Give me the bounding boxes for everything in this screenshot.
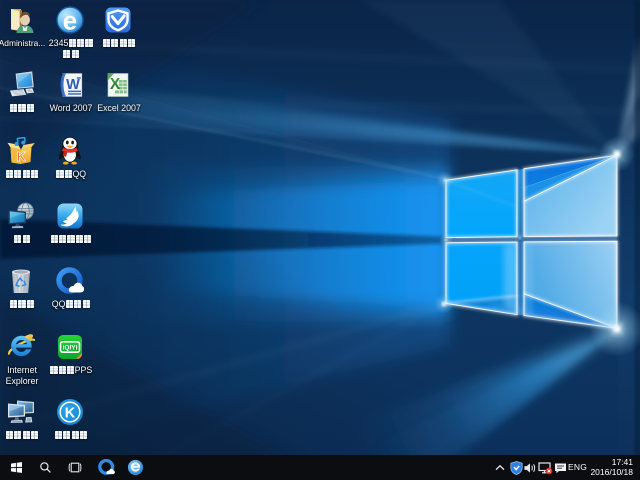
svg-text:W: W xyxy=(66,77,80,93)
svg-text:e: e xyxy=(63,6,77,34)
svg-text:K: K xyxy=(65,406,76,422)
svg-text:K: K xyxy=(17,149,27,164)
svg-text:iQIYI: iQIYI xyxy=(63,344,78,351)
svg-text:X: X xyxy=(110,76,121,93)
